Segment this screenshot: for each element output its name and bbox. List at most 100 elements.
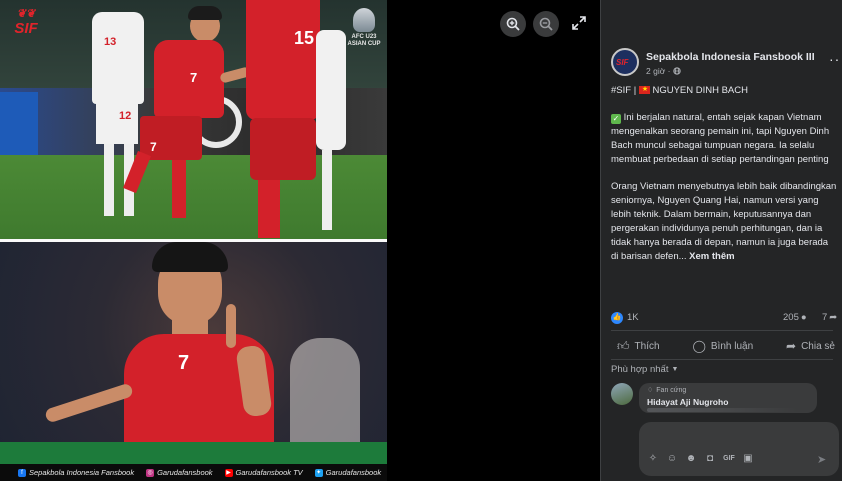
photo-credits: f Sepakbola Indonesia Fansbook ◎ Garudaf… [0, 464, 387, 481]
camera-icon[interactable]: ◘ [704, 453, 716, 465]
share-icon: ➦ [786, 339, 797, 353]
see-more-link[interactable]: Xem thêm [689, 251, 734, 262]
player-hair [188, 6, 222, 20]
share-count[interactable]: 7 ➦ [822, 312, 837, 323]
paragraph-text: Ini berjalan natural, entah sejak kapan … [611, 112, 830, 165]
post-time[interactable]: 2 giờ · [646, 66, 670, 76]
more-options-button[interactable]: ··· [829, 51, 842, 67]
like-count[interactable]: 1K [627, 312, 639, 323]
player-arm [44, 382, 134, 424]
sif-logo: ❦❦ SIF [6, 8, 46, 42]
player-leg [258, 180, 280, 238]
divider [611, 359, 833, 360]
pointing-finger [226, 304, 236, 348]
post-meta: 2 giờ · [646, 66, 682, 76]
jersey-number: 15 [294, 28, 315, 48]
jersey-number: 12 [119, 110, 132, 122]
comment-composer[interactable]: ✧ ☺ ☻ ◘ GIF ▣ ➤ [639, 422, 839, 476]
post-header: SIF Sepakbola Indonesia Fansbook III 2 g… [611, 48, 842, 80]
credit-facebook: f Sepakbola Indonesia Fansbook [18, 468, 134, 477]
badge-label: Fan cứng [656, 386, 687, 394]
gif-icon[interactable]: GIF [723, 453, 735, 465]
sort-label: Phù hợp nhất [611, 364, 669, 375]
check-icon: ✓ [611, 114, 621, 124]
pitch-stripe [0, 442, 387, 464]
divider [611, 330, 833, 331]
credit-instagram: ◎ Garudafansbook [146, 468, 213, 477]
player-leg [172, 160, 186, 218]
zoom-out-icon [539, 17, 553, 31]
youtube-icon: ▶ [224, 468, 233, 477]
credit-twitter: ✦ Garudafansbook [314, 468, 381, 477]
twitter-icon: ✦ [314, 468, 323, 477]
expand-icon [572, 16, 586, 30]
hashtag-link[interactable]: #SIF | [611, 85, 636, 96]
zoom-in-button[interactable] [500, 11, 526, 37]
commenter-avatar[interactable] [611, 383, 633, 405]
credit-youtube: ▶ Garudafansbook TV [224, 468, 303, 477]
player-hair [152, 242, 228, 272]
eagle-icon: ❦❦ [16, 8, 36, 20]
share-label: Chia sẻ [801, 340, 835, 352]
player-white-shorts [96, 104, 138, 144]
afc-badge-text: AFC U23 ASIAN CUP [347, 34, 381, 47]
page-avatar[interactable]: SIF [611, 48, 639, 76]
background-player [290, 338, 360, 448]
globe-icon [673, 67, 682, 75]
player-leg [322, 150, 332, 230]
share-arrow-icon: ➦ [829, 312, 838, 323]
avatar-icon[interactable]: ☺ [666, 453, 678, 465]
comment-text-faded [647, 408, 797, 412]
credit-text: Garudafansbook [157, 468, 213, 477]
like-reaction-icon[interactable]: 👍 [611, 312, 623, 324]
post-paragraph-2: Orang Vietnam menyebutnya lebih baik dib… [611, 180, 837, 264]
jersey-number: 7 [150, 140, 157, 154]
player-red-shorts [250, 118, 316, 180]
post-actions: 👍︎ Thích ◯ Bình luận ➦ Chia sẻ [611, 336, 841, 356]
photo-viewer: 13 12 7 7 15 ❦❦ SIF AFC U23 ASIAN CUP 7 … [0, 0, 600, 481]
badge-icon: ♢ [647, 387, 654, 394]
comment-sort-dropdown[interactable]: Phù hợp nhất ▼ [611, 364, 678, 375]
chevron-down-icon: ▼ [671, 366, 679, 373]
celebration-scene: 13 12 7 7 15 [0, 0, 387, 239]
page-name-link[interactable]: Sepakbola Indonesia Fansbook III [646, 51, 815, 63]
player-red-jersey [154, 40, 224, 118]
send-icon[interactable]: ➤ [817, 453, 826, 466]
afc-u23-badge: AFC U23 ASIAN CUP [346, 8, 382, 60]
more-icon: ··· [829, 51, 842, 67]
post-headline: #SIF | NGUYEN DINH BACH [611, 83, 837, 98]
comment-item: ♢ Fan cứng Hidayat Aji Nugroho [611, 383, 839, 415]
emoji-icon[interactable]: ☻ [685, 453, 697, 465]
zoom-out-button[interactable] [533, 11, 559, 37]
sticker-icon[interactable]: ✧ [647, 453, 659, 465]
instagram-icon: ◎ [146, 468, 155, 477]
jersey-number: 7 [190, 70, 198, 85]
facebook-icon: f [18, 468, 26, 477]
fan-badge: ♢ Fan cứng [647, 386, 809, 395]
comment-count[interactable]: 205 ● [783, 312, 807, 323]
sif-logo-text: SIF [14, 20, 38, 37]
sticker-icon[interactable]: ▣ [742, 453, 754, 465]
share-button[interactable]: ➦ Chia sẻ [780, 336, 841, 356]
post-photo[interactable]: 13 12 7 7 15 ❦❦ SIF AFC U23 ASIAN CUP 7 … [0, 0, 387, 481]
player-leg [104, 144, 114, 216]
reaction-bar: 👍 1K 205 ● 7 ➦ [611, 311, 841, 327]
composer-tools: ✧ ☺ ☻ ◘ GIF ▣ [647, 453, 754, 465]
comment-icon: ◯ [692, 339, 706, 353]
like-button[interactable]: 👍︎ Thích [611, 336, 666, 356]
player-white-left [92, 12, 144, 104]
player-red-back [246, 0, 320, 120]
post-text: #SIF | NGUYEN DINH BACH ✓ Ini berjalan n… [611, 83, 837, 277]
jersey-number: 7 [178, 352, 190, 374]
fullscreen-button[interactable] [571, 15, 587, 31]
board-logo [0, 92, 38, 162]
share-count-value: 7 [822, 312, 828, 323]
comment-button[interactable]: ◯ Bình luận [686, 336, 759, 356]
commenter-name[interactable]: Hidayat Aji Nugroho [647, 397, 809, 407]
thumbs-up-icon: 👍︎ [617, 338, 630, 353]
comment-label: Bình luận [710, 340, 754, 352]
like-label: Thích [634, 340, 660, 352]
paragraph-text: Orang Vietnam menyebutnya lebih baik dib… [611, 181, 837, 262]
comment-bubble-icon: ● [800, 312, 807, 323]
credit-text: Garudafansbook TV [235, 468, 303, 477]
